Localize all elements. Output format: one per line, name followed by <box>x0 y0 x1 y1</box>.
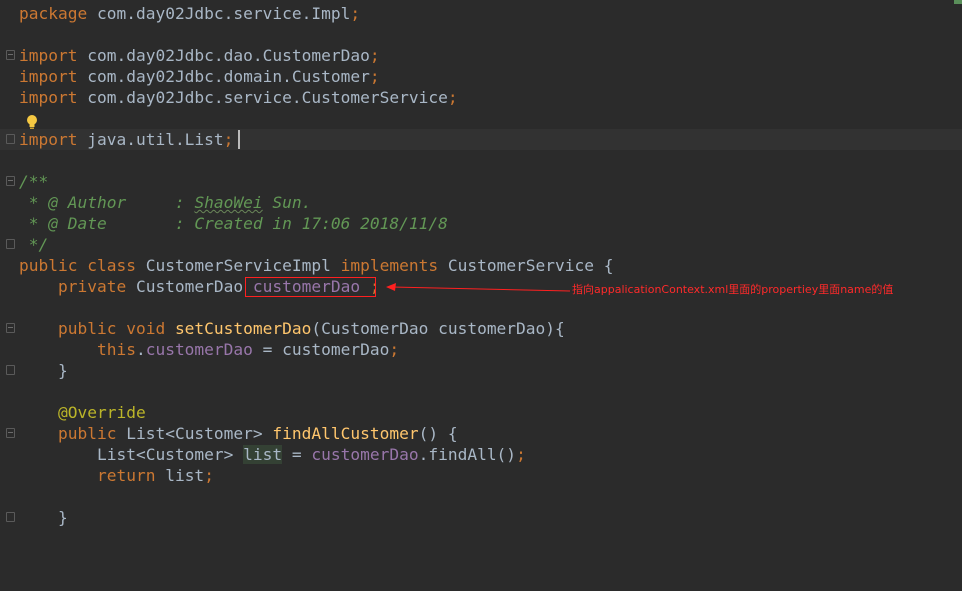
annotation-arrow <box>386 283 571 292</box>
code-editor[interactable]: package com.day02Jdbc.service.Impl; impo… <box>0 0 962 527</box>
scrollbar-marker[interactable] <box>954 0 962 4</box>
annotation-text: 指向appalicationContext.xml里面的propertiey里面… <box>572 283 894 296</box>
